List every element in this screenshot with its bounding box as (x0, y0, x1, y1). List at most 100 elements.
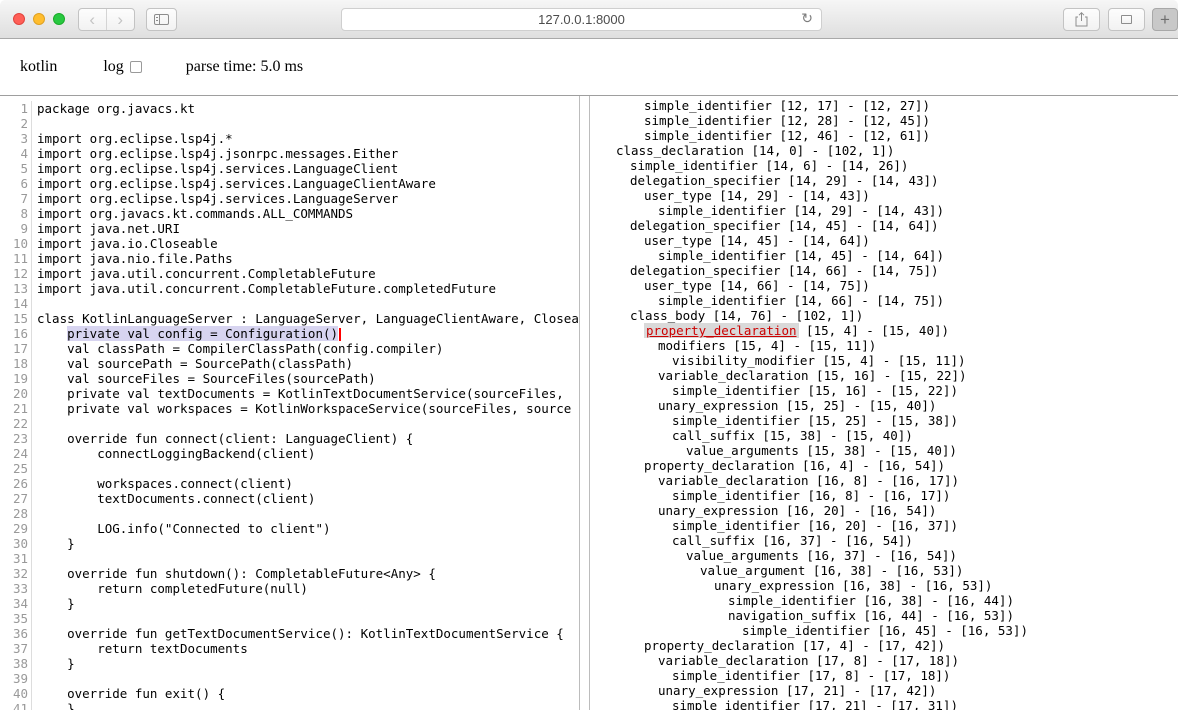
tree-node-link[interactable]: class_declaration (616, 143, 744, 158)
tree-node-link[interactable]: value_arguments (686, 548, 799, 563)
code-line[interactable]: 2 (0, 116, 579, 131)
tree-node-link[interactable]: call_suffix (672, 428, 755, 443)
tree-node-link[interactable]: simple_identifier (672, 668, 800, 683)
tree-node-link[interactable]: class_body (630, 308, 705, 323)
code-line[interactable]: 21 private val workspaces = KotlinWorksp… (0, 401, 579, 416)
tree-node-link[interactable]: simple_identifier (728, 593, 856, 608)
code-line[interactable]: 36 override fun getTextDocumentService()… (0, 626, 579, 641)
tree-node-link[interactable]: user_type (644, 233, 712, 248)
tree-node-link[interactable]: modifiers (658, 338, 726, 353)
tree-node-link[interactable]: variable_declaration (658, 368, 809, 383)
code-line[interactable]: 24 connectLoggingBackend(client) (0, 446, 579, 461)
tree-node-link[interactable]: variable_declaration (658, 653, 809, 668)
code-line[interactable]: 15class KotlinLanguageServer : LanguageS… (0, 311, 579, 326)
tree-node-link[interactable]: simple_identifier (672, 383, 800, 398)
code-line[interactable]: 22 (0, 416, 579, 431)
code-text: package org.javacs.kt (31, 101, 579, 116)
code-line[interactable]: 31 (0, 551, 579, 566)
reload-icon[interactable]: ↻ (801, 11, 813, 27)
code-line[interactable]: 5import org.eclipse.lsp4j.services.Langu… (0, 161, 579, 176)
address-bar[interactable]: 127.0.0.1:8000 ↻ (341, 8, 822, 31)
tree-node-link[interactable]: simple_identifier (658, 293, 786, 308)
line-number: 27 (0, 491, 28, 506)
code-line[interactable]: 39 (0, 671, 579, 686)
tree-node-link[interactable]: simple_identifier (644, 98, 772, 113)
tree-node-link[interactable]: user_type (644, 188, 712, 203)
code-line[interactable]: 12import java.util.concurrent.Completabl… (0, 266, 579, 281)
tree-node-link[interactable]: simple_identifier (644, 113, 772, 128)
tree-node-link[interactable]: unary_expression (658, 683, 778, 698)
code-line[interactable]: 32 override fun shutdown(): CompletableF… (0, 566, 579, 581)
close-window-button[interactable] (13, 13, 25, 25)
code-editor[interactable]: 1package org.javacs.kt23import org.eclip… (0, 96, 580, 710)
code-line[interactable]: 3import org.eclipse.lsp4j.* (0, 131, 579, 146)
code-line[interactable]: 19 val sourceFiles = SourceFiles(sourceP… (0, 371, 579, 386)
tree-node-link[interactable]: property_declaration (644, 638, 795, 653)
code-line[interactable]: 1package org.javacs.kt (0, 101, 579, 116)
new-tab-button[interactable]: + (1152, 8, 1178, 31)
tree-node-link[interactable]: value_arguments (686, 443, 799, 458)
tree-node-link[interactable]: simple_identifier (658, 203, 786, 218)
code-line[interactable]: 16 private val config = Configuration() (0, 326, 579, 341)
code-line[interactable]: 10import java.io.Closeable (0, 236, 579, 251)
tree-node-link[interactable]: simple_identifier (672, 488, 800, 503)
tree-node-link[interactable]: call_suffix (672, 533, 755, 548)
code-line[interactable]: 14 (0, 296, 579, 311)
code-text (31, 611, 579, 626)
code-line[interactable]: 28 (0, 506, 579, 521)
code-line[interactable]: 7import org.eclipse.lsp4j.services.Langu… (0, 191, 579, 206)
tree-node-link[interactable]: unary_expression (658, 398, 778, 413)
tree-node-link[interactable]: simple_identifier (644, 128, 772, 143)
code-line[interactable]: 17 val classPath = CompilerClassPath(con… (0, 341, 579, 356)
code-line[interactable]: 20 private val textDocuments = KotlinTex… (0, 386, 579, 401)
minimize-window-button[interactable] (33, 13, 45, 25)
code-line[interactable]: 25 (0, 461, 579, 476)
code-line[interactable]: 13import java.util.concurrent.Completabl… (0, 281, 579, 296)
zoom-window-button[interactable] (53, 13, 65, 25)
back-button[interactable]: ‹ (79, 9, 107, 30)
code-line[interactable]: 27 textDocuments.connect(client) (0, 491, 579, 506)
code-line[interactable]: 8import org.javacs.kt.commands.ALL_COMMA… (0, 206, 579, 221)
code-line[interactable]: 34 } (0, 596, 579, 611)
tree-node-link[interactable]: delegation_specifier (630, 218, 781, 233)
tree-node-link[interactable]: simple_identifier (672, 698, 800, 710)
code-line[interactable]: 11import java.nio.file.Paths (0, 251, 579, 266)
tree-node-link[interactable]: navigation_suffix (728, 608, 856, 623)
tree-node-link[interactable]: simple_identifier (658, 248, 786, 263)
code-line[interactable]: 18 val sourcePath = SourcePath(classPath… (0, 356, 579, 371)
code-line[interactable]: 33 return completedFuture(null) (0, 581, 579, 596)
code-line[interactable]: 35 (0, 611, 579, 626)
tree-node-link[interactable]: variable_declaration (658, 473, 809, 488)
tree-node-link[interactable]: delegation_specifier (630, 263, 781, 278)
code-line[interactable]: 41 } (0, 701, 579, 710)
tree-node-link-highlighted[interactable]: property_declaration (644, 323, 799, 338)
tree-node-link[interactable]: unary_expression (658, 503, 778, 518)
tree-node-link[interactable]: delegation_specifier (630, 173, 781, 188)
tree-node-link[interactable]: simple_identifier (630, 158, 758, 173)
show-all-tabs-button[interactable] (1108, 8, 1145, 31)
tree-node-link[interactable]: visibility_modifier (672, 353, 815, 368)
tree-node-link[interactable]: user_type (644, 278, 712, 293)
tree-node-link[interactable]: simple_identifier (672, 518, 800, 533)
tree-node-link[interactable]: property_declaration (644, 458, 795, 473)
tree-node-link[interactable]: value_argument (700, 563, 805, 578)
code-line[interactable]: 40 override fun exit() { (0, 686, 579, 701)
tree-node-link[interactable]: unary_expression (714, 578, 834, 593)
code-text: LOG.info("Connected to client") (31, 521, 579, 536)
code-line[interactable]: 26 workspaces.connect(client) (0, 476, 579, 491)
code-line[interactable]: 29 LOG.info("Connected to client") (0, 521, 579, 536)
code-line[interactable]: 30 } (0, 536, 579, 551)
code-line[interactable]: 4import org.eclipse.lsp4j.jsonrpc.messag… (0, 146, 579, 161)
code-line[interactable]: 23 override fun connect(client: Language… (0, 431, 579, 446)
tree-row: user_type [14, 29] - [14, 43]) (590, 188, 1178, 203)
tree-node-link[interactable]: simple_identifier (742, 623, 870, 638)
code-line[interactable]: 6import org.eclipse.lsp4j.services.Langu… (0, 176, 579, 191)
code-line[interactable]: 9import java.net.URI (0, 221, 579, 236)
share-button[interactable] (1063, 8, 1100, 31)
sidebar-toggle-button[interactable] (146, 8, 177, 31)
log-checkbox[interactable] (130, 61, 142, 73)
code-line[interactable]: 37 return textDocuments (0, 641, 579, 656)
forward-button[interactable]: › (107, 9, 135, 30)
code-line[interactable]: 38 } (0, 656, 579, 671)
tree-node-link[interactable]: simple_identifier (672, 413, 800, 428)
